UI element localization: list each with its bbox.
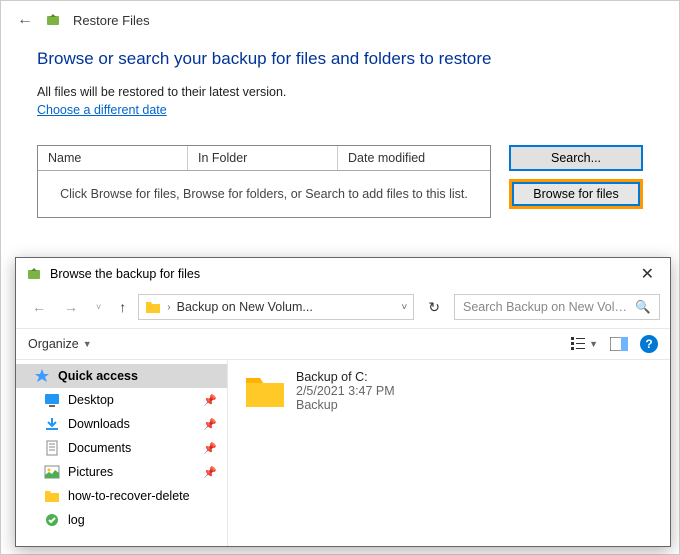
restore-body: Browse or search your backup for files a…	[1, 39, 679, 218]
nav-documents[interactable]: Documents 📌	[16, 436, 227, 460]
window-title: Restore Files	[73, 13, 150, 28]
search-input[interactable]: Search Backup on New Volum... 🔍	[454, 294, 660, 320]
subtext: All files will be restored to their late…	[37, 85, 643, 99]
content-row: Name In Folder Date modified Click Brows…	[37, 145, 643, 218]
refresh-icon[interactable]: ↻	[420, 295, 448, 320]
chevron-down-icon: ▼	[83, 339, 92, 349]
restore-header: ← Restore Files	[1, 1, 679, 39]
log-icon	[44, 512, 60, 528]
folder-icon	[145, 299, 161, 315]
address-chevron-icon: ›	[167, 302, 170, 313]
empty-message: Click Browse for files, Browse for folde…	[38, 171, 490, 217]
nav-label: how-to-recover-delete	[68, 489, 217, 503]
search-button-label: Search...	[551, 151, 601, 165]
nav-pane: Quick access Desktop 📌 Downloads 📌 Docum…	[16, 360, 228, 546]
desktop-icon	[44, 392, 60, 408]
help-icon[interactable]: ?	[640, 335, 658, 353]
documents-icon	[44, 440, 60, 456]
file-table: Name In Folder Date modified Click Brows…	[37, 145, 491, 218]
folder-icon	[244, 370, 286, 412]
preview-pane-icon[interactable]	[604, 335, 634, 353]
nav-downloads[interactable]: Downloads 📌	[16, 412, 227, 436]
file-info: Backup of C: 2/5/2021 3:47 PM Backup	[296, 370, 395, 412]
nav-label: Desktop	[68, 393, 195, 407]
nav-forward-icon[interactable]: →	[58, 295, 84, 319]
col-name[interactable]: Name	[38, 146, 188, 170]
col-folder[interactable]: In Folder	[188, 146, 338, 170]
file-item[interactable]: Backup of C: 2/5/2021 3:47 PM Backup	[244, 370, 654, 412]
browse-files-button[interactable]: Browse for files	[509, 179, 643, 209]
browse-files-button-label: Browse for files	[533, 187, 618, 201]
nav-back-icon[interactable]: ←	[26, 295, 52, 319]
organize-menu[interactable]: Organize ▼	[28, 337, 92, 351]
file-date: 2/5/2021 3:47 PM	[296, 384, 395, 398]
page-heading: Browse or search your backup for files a…	[37, 49, 643, 69]
nav-label: Downloads	[68, 417, 195, 431]
table-header: Name In Folder Date modified	[38, 146, 490, 171]
address-bar[interactable]: › Backup on New Volum... ˅	[138, 294, 414, 320]
dialog-title: Browse the backup for files	[50, 267, 627, 281]
dialog-app-icon	[26, 266, 42, 282]
nav-recent-icon[interactable]: ˅	[90, 298, 107, 316]
file-name: Backup of C:	[296, 370, 395, 384]
close-icon[interactable]: ✕	[635, 264, 660, 284]
dialog-titlebar: Browse the backup for files ✕	[16, 258, 670, 290]
restore-app-icon	[45, 12, 61, 28]
file-type: Backup	[296, 398, 395, 412]
col-modified[interactable]: Date modified	[338, 146, 490, 170]
choose-date-link[interactable]: Choose a different date	[37, 103, 167, 117]
pin-icon: 📌	[203, 418, 217, 431]
nav-how-to[interactable]: how-to-recover-delete	[16, 484, 227, 508]
address-text: Backup on New Volum...	[177, 300, 396, 314]
star-icon	[34, 368, 50, 384]
organize-label: Organize	[28, 337, 79, 351]
dialog-toolbar: Organize ▼ ▼ ?	[16, 328, 670, 360]
side-buttons: Search... Browse for files	[509, 145, 643, 218]
dialog-nav: ← → ˅ ↑ › Backup on New Volum... ˅ ↻ Sea…	[16, 290, 670, 324]
view-options-icon[interactable]: ▼	[565, 335, 604, 353]
nav-log[interactable]: log	[16, 508, 227, 532]
chevron-down-icon[interactable]: ˅	[401, 302, 407, 313]
nav-pictures[interactable]: Pictures 📌	[16, 460, 227, 484]
nav-label: Pictures	[68, 465, 195, 479]
nav-up-icon[interactable]: ↑	[113, 295, 132, 319]
folder-icon	[44, 488, 60, 504]
content-pane: Backup of C: 2/5/2021 3:47 PM Backup	[228, 360, 670, 546]
pin-icon: 📌	[203, 466, 217, 479]
search-icon: 🔍	[635, 300, 651, 315]
nav-quick-access[interactable]: Quick access	[16, 364, 227, 388]
nav-label: log	[68, 513, 217, 527]
nav-label: Quick access	[58, 369, 217, 383]
pin-icon: 📌	[203, 394, 217, 407]
back-arrow-icon[interactable]: ←	[17, 11, 33, 29]
pictures-icon	[44, 464, 60, 480]
downloads-icon	[44, 416, 60, 432]
nav-desktop[interactable]: Desktop 📌	[16, 388, 227, 412]
dialog-body: Quick access Desktop 📌 Downloads 📌 Docum…	[16, 360, 670, 546]
search-button[interactable]: Search...	[509, 145, 643, 171]
browse-dialog: Browse the backup for files ✕ ← → ˅ ↑ › …	[15, 257, 671, 547]
search-placeholder: Search Backup on New Volum...	[463, 300, 629, 314]
nav-label: Documents	[68, 441, 195, 455]
pin-icon: 📌	[203, 442, 217, 455]
